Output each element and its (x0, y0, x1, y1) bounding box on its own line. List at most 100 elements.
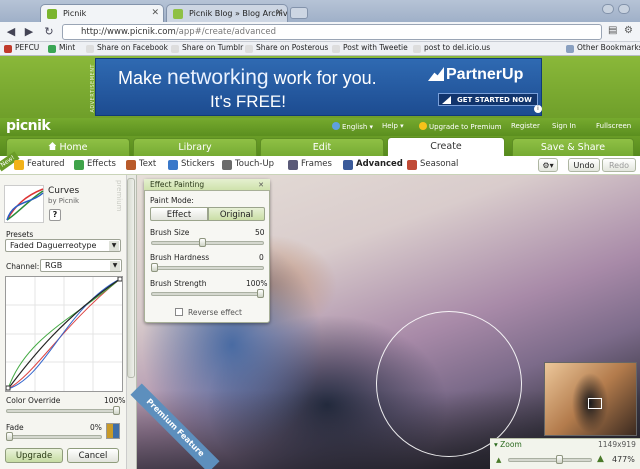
brush-strength-slider[interactable] (151, 292, 264, 296)
paint-mode-effect-button[interactable]: Effect (150, 207, 208, 221)
forward-arrow-icon[interactable]: ▶ (22, 25, 36, 39)
cancel-button[interactable]: Cancel (67, 448, 119, 463)
paint-mode-original-button[interactable]: Original (208, 207, 265, 221)
minimize-window-icon[interactable] (602, 4, 614, 14)
presets-select[interactable]: Faded Daguerreotype ▼ (5, 239, 121, 252)
brush-hardness-slider[interactable] (151, 266, 264, 270)
sun-icon (419, 122, 427, 130)
subtab-advanced[interactable]: Advanced (343, 159, 403, 170)
panel-scroll-thumb[interactable] (127, 178, 135, 378)
new-tab-button[interactable] (290, 7, 308, 19)
page-icon (332, 45, 340, 53)
stickers-icon (168, 160, 178, 170)
zoom-in-mountain-icon[interactable]: ▲ (597, 454, 604, 464)
subtab-frames[interactable]: Frames (288, 159, 332, 170)
subtab-label: Stickers (181, 159, 215, 169)
seasonal-icon (407, 160, 417, 170)
ad-text: Make (118, 68, 168, 88)
subtab-featured[interactable]: Featured (14, 159, 65, 170)
brush-size-knob[interactable] (198, 238, 206, 247)
advanced-icon (343, 160, 353, 170)
page-menu-icon[interactable]: ▤ (608, 25, 620, 37)
tab-edit[interactable]: Edit (260, 138, 384, 156)
color-override-slider[interactable] (6, 409, 120, 413)
picnik-header (0, 118, 640, 136)
effect-author: by Picnik (48, 197, 80, 205)
tab-create[interactable]: Create (387, 137, 505, 156)
picnik-logo[interactable]: picnik (6, 118, 51, 134)
channel-value: RGB (45, 261, 63, 270)
globe-icon (332, 122, 340, 130)
signin-link[interactable]: Sign In (552, 122, 576, 130)
zoom-knob[interactable] (555, 455, 563, 464)
fade-knob[interactable] (6, 432, 13, 441)
subtab-stickers[interactable]: Stickers (168, 159, 215, 170)
bookmark-pefcu[interactable]: PEFCU (4, 43, 39, 53)
subtab-touchup[interactable]: Touch-Up (222, 159, 274, 170)
ad-text: work for you. (268, 68, 377, 88)
language-menu[interactable]: English ▾ (332, 122, 373, 131)
upgrade-button[interactable]: Upgrade (5, 448, 63, 463)
tab-save-share[interactable]: Save & Share (512, 138, 634, 156)
brush-strength-knob[interactable] (257, 289, 264, 298)
settings-button[interactable]: ⚙▾ (538, 158, 558, 172)
wrench-icon[interactable]: ⚙ (624, 25, 636, 37)
back-arrow-icon[interactable]: ◀ (4, 25, 18, 39)
color-override-knob[interactable] (113, 406, 120, 415)
maximize-window-icon[interactable] (618, 4, 630, 14)
bookmark-facebook[interactable]: Share on Facebook (86, 43, 168, 53)
upgrade-link[interactable]: Upgrade to Premium (419, 122, 502, 131)
zoom-out-mountain-icon[interactable]: ▲ (496, 456, 501, 464)
ad-info-icon[interactable]: i (534, 105, 542, 113)
bookmark-tweetie[interactable]: Post with Tweetie (332, 43, 408, 53)
subtab-text[interactable]: Text (126, 159, 156, 170)
tab-title: Picnik (63, 9, 87, 18)
brush-strength-label: Brush Strength (150, 279, 207, 288)
star-icon (14, 160, 24, 170)
subtab-effects[interactable]: Effects (74, 159, 116, 170)
address-bar[interactable]: http://www.picnik.com/app#/create/advanc… (62, 24, 602, 40)
ad-headline: Make networking work for you. (118, 66, 377, 90)
fade-value: 0% (90, 423, 102, 432)
bookmark-label: Other Bookmarks (577, 43, 640, 52)
browser-toolbar: ◀ ▶ ↻ http://www.picnik.com/app#/create/… (0, 22, 640, 42)
navigator-viewport[interactable] (588, 398, 602, 409)
help-menu[interactable]: Help ▾ (382, 122, 404, 130)
bookmark-label: Share on Facebook (97, 43, 168, 52)
paint-mode-label: Paint Mode: (150, 196, 194, 205)
curves-graph[interactable] (5, 276, 123, 392)
bookmark-label: Post with Tweetie (343, 43, 408, 52)
close-tab-icon[interactable]: ✕ (151, 8, 159, 18)
close-icon[interactable]: ✕ (257, 181, 265, 189)
tab-home[interactable]: Home (6, 138, 130, 156)
fade-slider[interactable] (6, 435, 102, 439)
help-button[interactable]: ? (49, 209, 61, 221)
color-swatch[interactable] (106, 423, 120, 439)
register-link[interactable]: Register (511, 122, 540, 130)
zoom-slider[interactable] (508, 458, 592, 462)
reload-icon[interactable]: ↻ (42, 25, 56, 39)
subtab-seasonal[interactable]: Seasonal (407, 159, 458, 170)
channel-select[interactable]: RGB ▼ (40, 259, 122, 272)
close-tab-icon[interactable]: ✕ (275, 8, 283, 18)
bookmark-tumblr[interactable]: Share on Tumblr (171, 43, 243, 53)
brush-size-label: Brush Size (150, 228, 190, 237)
redo-button[interactable]: Redo (602, 158, 636, 172)
tab-library[interactable]: Library (133, 138, 257, 156)
browser-tab-picnik[interactable]: Picnik ✕ (40, 4, 164, 22)
subtab-label: Featured (27, 159, 65, 169)
curves-thumbnail-icon (6, 188, 44, 221)
brush-size-slider[interactable] (151, 241, 264, 245)
browser-tab-blog[interactable]: Picnik Blog » Blog Archive » ✕ (166, 4, 288, 22)
other-bookmarks[interactable]: Other Bookmarks (566, 43, 640, 53)
ad-brand: PartnerUp (428, 66, 523, 84)
bookmark-delicious[interactable]: post to del.icio.us (413, 43, 490, 53)
bookmark-posterous[interactable]: Share on Posterous (245, 43, 328, 53)
fullscreen-link[interactable]: Fullscreen (596, 122, 631, 130)
brush-hardness-knob[interactable] (151, 263, 158, 272)
ad-text: networking (167, 66, 269, 89)
bookmark-mint[interactable]: Mint (48, 43, 75, 53)
ad-cta-button[interactable]: GET STARTED NOW (438, 93, 538, 106)
reverse-effect-checkbox[interactable] (175, 308, 183, 316)
undo-button[interactable]: Undo (568, 158, 600, 172)
